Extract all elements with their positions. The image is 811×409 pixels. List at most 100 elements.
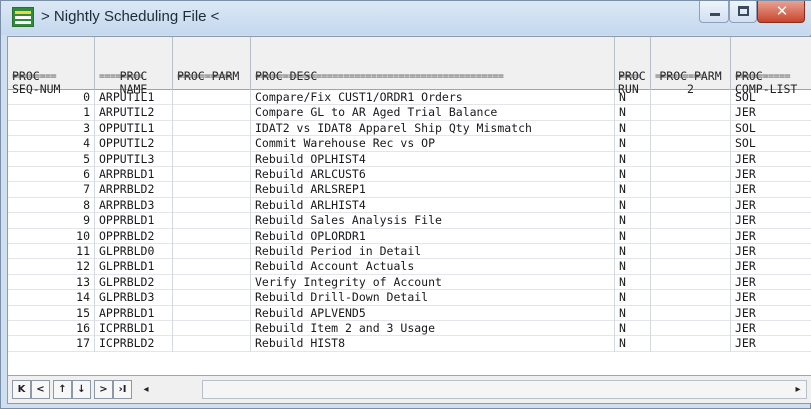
cell-proc-run[interactable]: N: [615, 151, 651, 167]
cell-proc-name[interactable]: APPRBLD1: [95, 305, 173, 321]
cell-proc-parm-2[interactable]: [651, 136, 731, 152]
cell-proc-name[interactable]: ARPUTIL2: [95, 105, 173, 121]
cell-proc-run[interactable]: N: [615, 321, 651, 337]
cell-proc-comp-list[interactable]: JER: [731, 213, 811, 228]
last-record-button[interactable]: ›I: [113, 380, 132, 399]
horizontal-scrollbar[interactable]: ◂ ▸: [143, 380, 807, 399]
table-row[interactable]: 14 GLPRBLD3 Rebuild Drill-Down Detail N JER: [8, 290, 811, 306]
cell-proc-desc[interactable]: Compare/Fix CUST1/ORDR1 Orders: [251, 90, 615, 106]
col-header-proc-comp-list[interactable]: PROC- COMP-LIST ==========: [731, 37, 811, 96]
cell-proc-parm[interactable]: [173, 120, 251, 137]
cell-proc-seq-num[interactable]: 11: [8, 244, 95, 260]
cell-proc-run[interactable]: N: [615, 228, 651, 244]
cell-proc-desc[interactable]: Rebuild HIST8: [251, 336, 615, 352]
cell-proc-name[interactable]: OPPRBLD1: [95, 213, 173, 229]
table-row[interactable]: 4 OPPUTIL2 Commit Warehouse Rec vs OP N SOL: [8, 136, 811, 152]
cell-proc-desc[interactable]: Rebuild ARLSREP1: [251, 182, 615, 198]
cell-proc-run[interactable]: N: [615, 244, 651, 260]
table-row[interactable]: 11 GLPRBLD0 Rebuild Period in Detail N JER: [8, 244, 811, 260]
minimize-button[interactable]: [699, 1, 729, 23]
cell-proc-run[interactable]: N: [615, 90, 651, 106]
table-row[interactable]: 10 OPPRBLD2 Rebuild OPLORDR1 N JER: [8, 228, 811, 244]
cell-proc-comp-list[interactable]: JER: [731, 244, 811, 259]
table-row[interactable]: 13 GLPRBLD2 Verify Integrity of Account N JE…: [8, 274, 811, 291]
cell-proc-name[interactable]: GLPRBLD0: [95, 244, 173, 260]
cell-proc-seq-num[interactable]: 6: [8, 167, 95, 183]
previous-page-button[interactable]: <: [31, 380, 50, 399]
cell-proc-desc[interactable]: Rebuild Drill-Down Detail: [251, 290, 615, 306]
cell-proc-seq-num[interactable]: 7: [8, 182, 95, 198]
cell-proc-parm-2[interactable]: [651, 120, 731, 137]
cell-proc-parm[interactable]: [173, 105, 251, 121]
cell-proc-run[interactable]: N: [615, 336, 651, 352]
cell-proc-parm-2[interactable]: [651, 305, 731, 321]
cell-proc-seq-num[interactable]: 14: [8, 290, 95, 306]
cell-proc-parm-2[interactable]: [651, 167, 731, 183]
cell-proc-name[interactable]: OPPUTIL1: [95, 120, 173, 137]
table-row[interactable]: 9 OPPRBLD1 Rebuild Sales Analysis File N JER: [8, 213, 811, 229]
cell-proc-seq-num[interactable]: 13: [8, 274, 95, 291]
cell-proc-name[interactable]: ARPUTIL1: [95, 90, 173, 106]
cell-proc-comp-list[interactable]: JER: [731, 229, 811, 244]
cell-proc-name[interactable]: GLPRBLD1: [95, 259, 173, 275]
table-row[interactable]: 16 ICPRBLD1 Rebuild Item 2 and 3 Usage N JER: [8, 321, 811, 337]
cell-proc-parm[interactable]: [173, 213, 251, 229]
cell-proc-seq-num[interactable]: 16: [8, 321, 95, 337]
table-row[interactable]: 3 OPPUTIL1 IDAT2 vs IDAT8 Apparel Ship Qty…: [8, 120, 811, 137]
cell-proc-name[interactable]: ARPRBLD3: [95, 197, 173, 214]
table-row[interactable]: 5 OPPUTIL3 Rebuild OPLHIST4 N JER: [8, 151, 811, 167]
cell-proc-seq-num[interactable]: 10: [8, 228, 95, 244]
cell-proc-seq-num[interactable]: 4: [8, 136, 95, 152]
cell-proc-run[interactable]: N: [615, 167, 651, 183]
cell-proc-parm[interactable]: [173, 90, 251, 106]
cell-proc-parm-2[interactable]: [651, 274, 731, 291]
table-row[interactable]: 7 ARPRBLD2 Rebuild ARLSREP1 N JER: [8, 182, 811, 198]
next-page-button[interactable]: >: [94, 380, 113, 399]
previous-record-button[interactable]: ↑: [53, 380, 72, 399]
cell-proc-seq-num[interactable]: 15: [8, 305, 95, 321]
cell-proc-desc[interactable]: Rebuild OPLHIST4: [251, 151, 615, 167]
cell-proc-comp-list[interactable]: JER: [731, 259, 811, 274]
cell-proc-comp-list[interactable]: JER: [731, 275, 811, 290]
cell-proc-desc[interactable]: Rebuild ARLHIST4: [251, 197, 615, 214]
cell-proc-seq-num[interactable]: 8: [8, 197, 95, 214]
cell-proc-comp-list[interactable]: JER: [731, 182, 811, 197]
cell-proc-run[interactable]: N: [615, 305, 651, 321]
cell-proc-parm[interactable]: [173, 336, 251, 352]
cell-proc-parm-2[interactable]: [651, 90, 731, 106]
cell-proc-run[interactable]: N: [615, 259, 651, 275]
cell-proc-comp-list[interactable]: JER: [731, 198, 811, 213]
col-header-proc-name[interactable]: PROC NAME ========: [95, 37, 173, 96]
cell-proc-parm[interactable]: [173, 197, 251, 214]
table-row[interactable]: 8 ARPRBLD3 Rebuild ARLHIST4 N JER: [8, 197, 811, 214]
cell-proc-seq-num[interactable]: 12: [8, 259, 95, 275]
cell-proc-parm-2[interactable]: [651, 197, 731, 214]
cell-proc-comp-list[interactable]: JER: [731, 152, 811, 167]
col-header-proc-parm-2[interactable]: PROC-PARM 2 =========: [651, 37, 731, 96]
cell-proc-comp-list[interactable]: JER: [731, 306, 811, 321]
table-row[interactable]: 0 ARPUTIL1 Compare/Fix CUST1/ORDR1 Orders N…: [8, 90, 811, 106]
cell-proc-desc[interactable]: Compare GL to AR Aged Trial Balance: [251, 105, 615, 121]
cell-proc-parm[interactable]: [173, 244, 251, 260]
cell-proc-parm[interactable]: [173, 305, 251, 321]
cell-proc-name[interactable]: GLPRBLD2: [95, 274, 173, 291]
cell-proc-desc[interactable]: Verify Integrity of Account: [251, 274, 615, 291]
cell-proc-seq-num[interactable]: 3: [8, 120, 95, 137]
cell-proc-seq-num[interactable]: 9: [8, 213, 95, 229]
cell-proc-desc[interactable]: Rebuild Period in Detail: [251, 244, 615, 260]
first-record-button[interactable]: K: [12, 380, 31, 399]
cell-proc-parm-2[interactable]: [651, 321, 731, 337]
cell-proc-name[interactable]: ARPRBLD1: [95, 167, 173, 183]
cell-proc-run[interactable]: N: [615, 120, 651, 137]
table-row[interactable]: 1 ARPUTIL2 Compare GL to AR Aged Trial Bal…: [8, 105, 811, 121]
cell-proc-parm[interactable]: [173, 290, 251, 306]
next-record-button[interactable]: ↓: [72, 380, 91, 399]
title-bar[interactable]: > Nightly Scheduling File < ✕: [1, 1, 811, 35]
cell-proc-parm[interactable]: [173, 228, 251, 244]
cell-proc-name[interactable]: GLPRBLD3: [95, 290, 173, 306]
cell-proc-comp-list[interactable]: JER: [731, 321, 811, 336]
cell-proc-run[interactable]: N: [615, 182, 651, 198]
cell-proc-name[interactable]: OPPRBLD2: [95, 228, 173, 244]
cell-proc-desc[interactable]: Rebuild APLVEND5: [251, 305, 615, 321]
cell-proc-seq-num[interactable]: 0: [8, 90, 95, 106]
